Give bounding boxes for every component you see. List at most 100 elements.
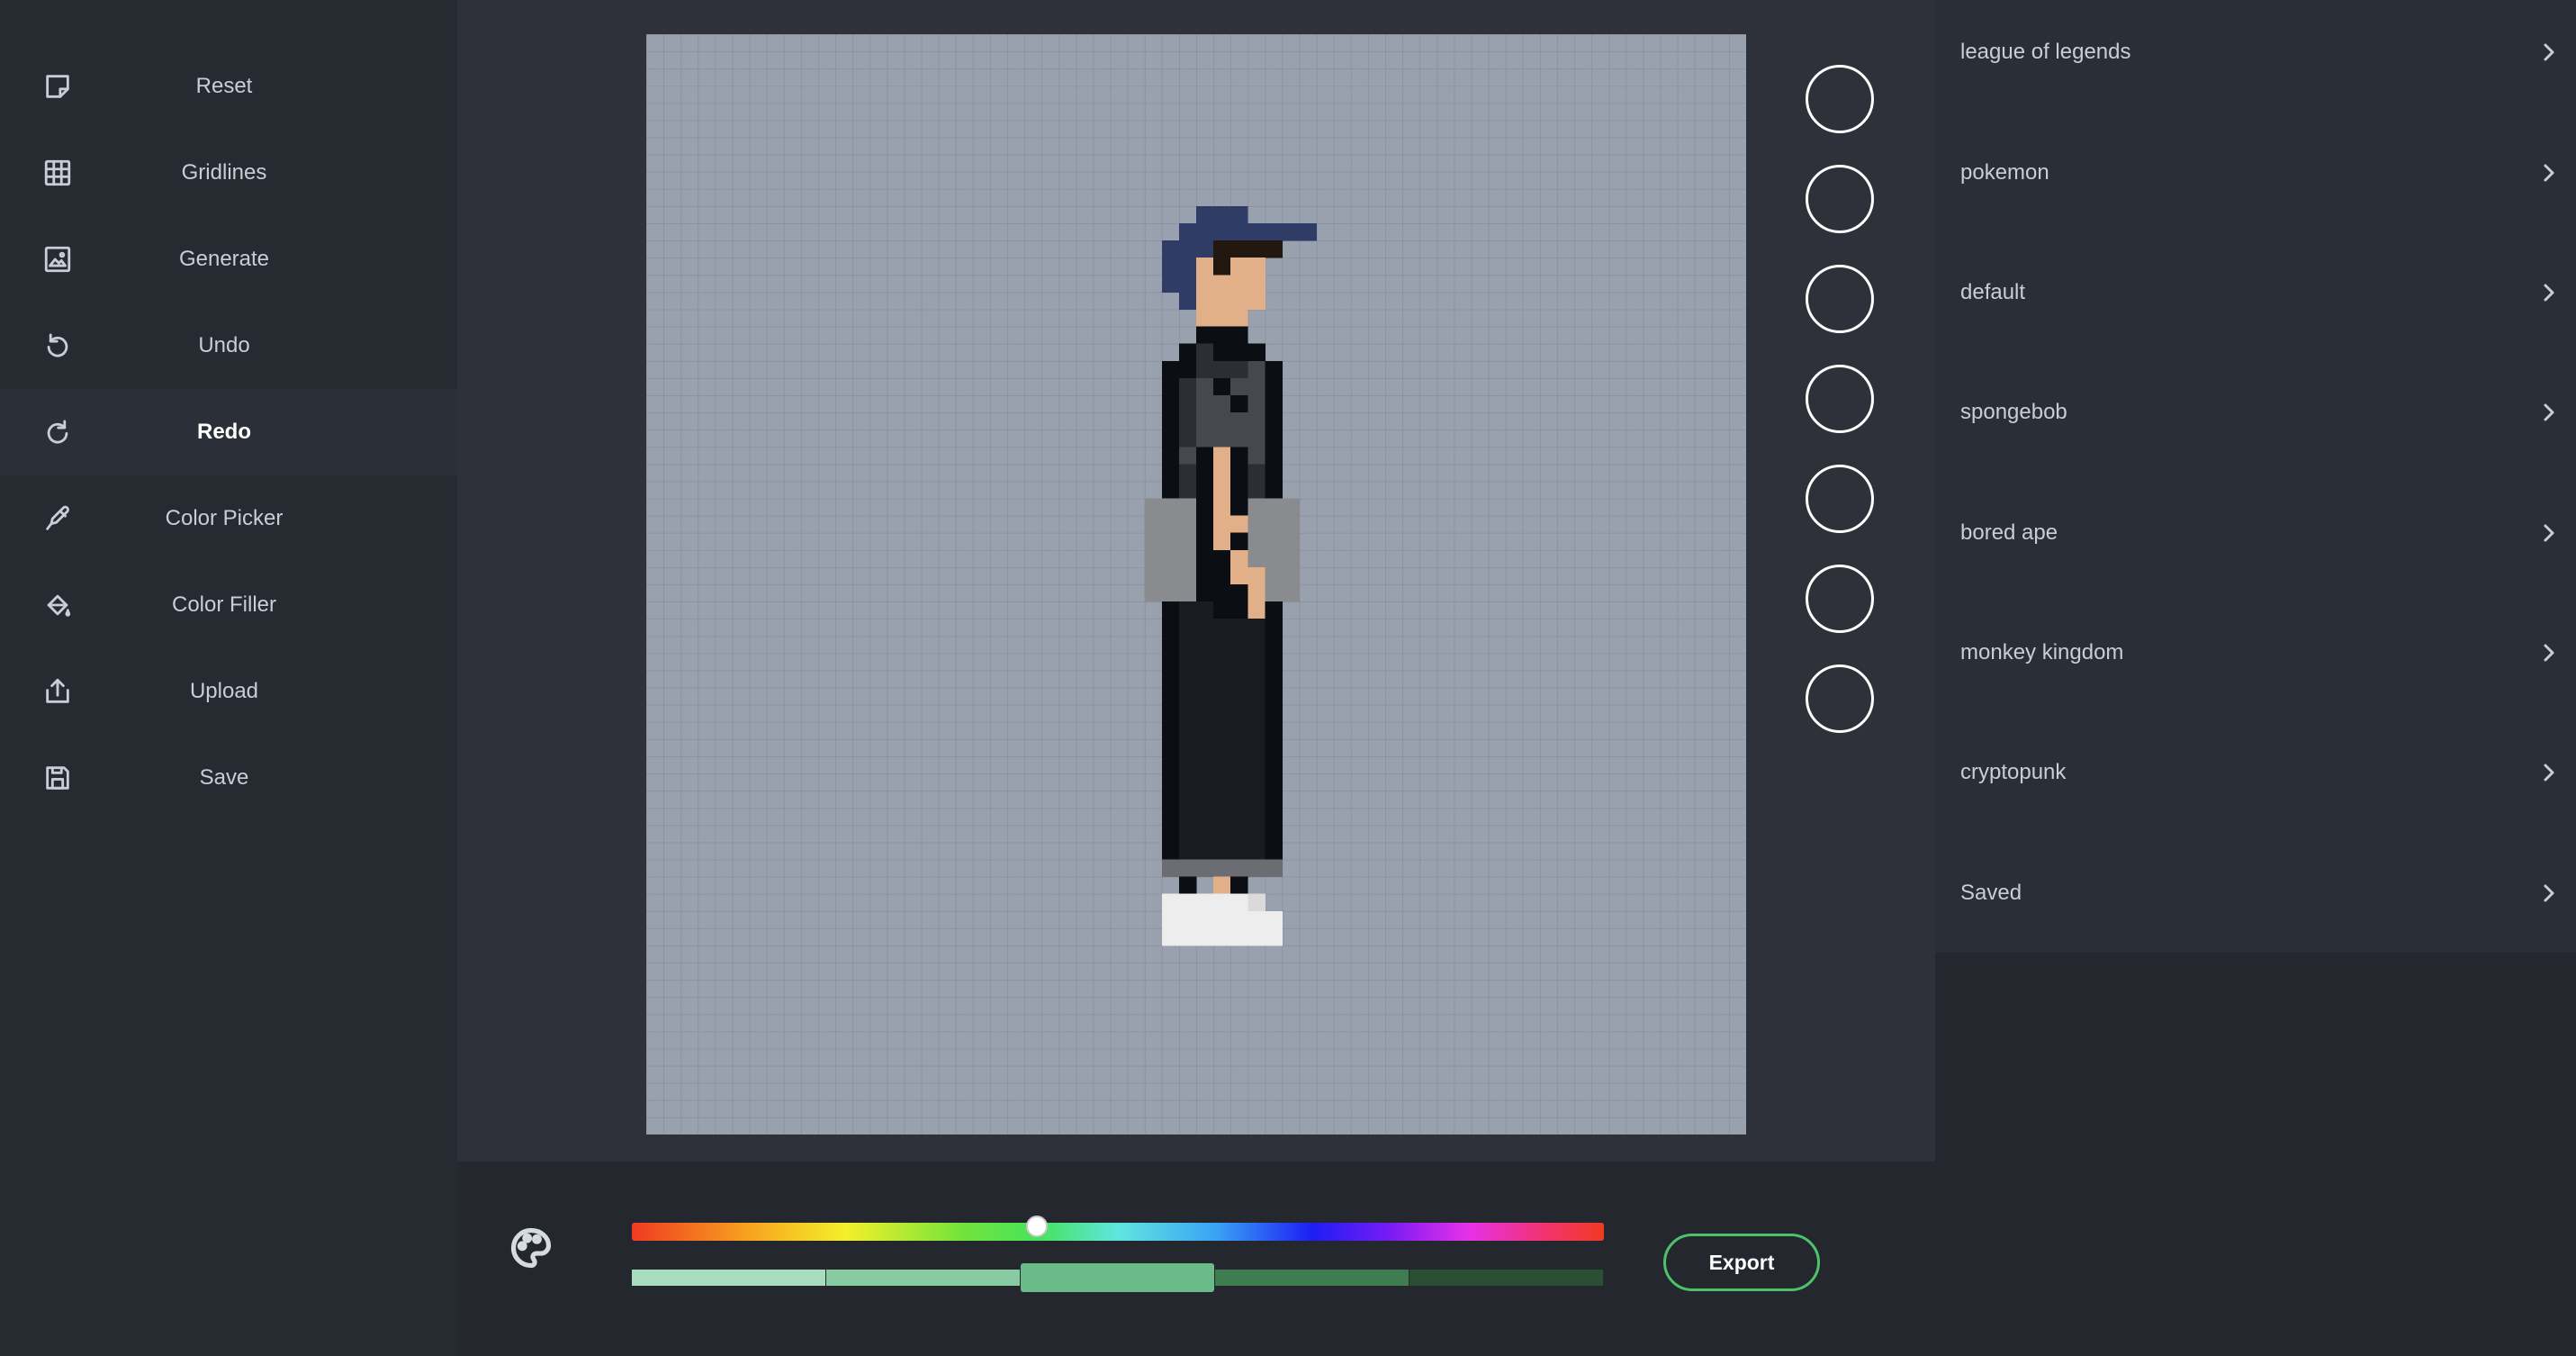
sprite-pixel (1213, 377, 1231, 396)
sprite-pixel (1230, 205, 1248, 224)
sprite-pixel (1144, 532, 1163, 551)
sprite-pixel (1178, 532, 1197, 551)
category-spongebob[interactable]: spongebob (1935, 367, 2576, 457)
category-label: monkey kingdom (1960, 640, 2124, 664)
sprite-pixel (1265, 773, 1283, 791)
sprite-pixel (1178, 910, 1197, 929)
generate-button[interactable]: Generate (0, 216, 457, 303)
sprite-pixel (1247, 240, 1265, 258)
color-swatch-2[interactable] (1806, 165, 1874, 233)
sprite-pixel (1247, 447, 1265, 465)
reset-button[interactable]: Reset (0, 43, 457, 130)
sprite-pixel (1213, 515, 1231, 534)
sprite-pixel (1196, 791, 1214, 809)
sprite-pixel (1196, 721, 1214, 740)
sprite-pixel (1161, 704, 1180, 723)
sprite-pixel (1230, 309, 1248, 327)
sprite-pixel (1282, 549, 1300, 568)
shade-swatch[interactable] (1410, 1270, 1603, 1286)
sprite-pixel (1213, 360, 1231, 379)
sprite-pixel (1247, 584, 1265, 602)
color-swatch-1[interactable] (1806, 65, 1874, 133)
sprite-pixel (1178, 653, 1197, 671)
sprite-pixel (1213, 927, 1231, 946)
sprite-pixel (1178, 636, 1197, 654)
chevron-right-icon (2538, 41, 2560, 63)
category-pokemon[interactable]: pokemon (1935, 128, 2576, 218)
chevron-right-icon (2538, 402, 2560, 423)
sprite-pixel (1247, 275, 1265, 293)
sprite-pixel (1247, 566, 1265, 585)
sprite-pixel (1213, 464, 1231, 482)
category-saved[interactable]: Saved (1935, 848, 2576, 938)
sprite-pixel (1161, 808, 1180, 826)
shade-swatch[interactable] (826, 1270, 1020, 1286)
export-button[interactable]: Export (1663, 1234, 1820, 1291)
sprite-pixel (1161, 515, 1180, 534)
sprite-pixel (1213, 309, 1231, 327)
sprite-pixel (1265, 687, 1283, 706)
category-default[interactable]: default (1935, 248, 2576, 338)
sprite-pixel (1213, 223, 1231, 241)
sprite-pixel (1247, 377, 1265, 396)
sprite-pixel (1213, 721, 1231, 740)
sprite-pixel (1161, 791, 1180, 809)
sprite-pixel (1265, 670, 1283, 688)
sprite-pixel (1247, 825, 1265, 843)
sprite-pixel (1213, 394, 1231, 413)
sprite-pixel (1161, 566, 1180, 585)
color-filler-button[interactable]: Color Filler (0, 562, 457, 648)
shade-swatch[interactable] (1215, 1270, 1409, 1286)
sprite-pixel (1247, 394, 1265, 413)
sprite-pixel (1178, 876, 1197, 895)
sprite-pixel (1178, 808, 1197, 826)
sprite-pixel (1178, 842, 1197, 860)
sprite-pixel (1196, 927, 1214, 946)
save-button[interactable]: Save (0, 735, 457, 821)
sprite-pixel (1265, 377, 1283, 396)
upload-button[interactable]: Upload (0, 648, 457, 735)
sprite-pixel (1161, 549, 1180, 568)
sprite-pixel (1178, 515, 1197, 534)
chevron-right-icon (2538, 522, 2560, 544)
color-swatch-3[interactable] (1806, 265, 1874, 333)
color-swatch-5[interactable] (1806, 465, 1874, 533)
pixel-canvas[interactable] (646, 34, 1746, 1135)
sprite-pixel (1230, 825, 1248, 843)
chevron-right-icon (2538, 642, 2560, 664)
sprite-pixel (1196, 773, 1214, 791)
sprite-pixel (1247, 687, 1265, 706)
category-bored-ape[interactable]: bored ape (1935, 488, 2576, 578)
category-league-of-legends[interactable]: league of legends (1935, 7, 2576, 97)
category-label: league of legends (1960, 40, 2131, 64)
sprite-pixel (1213, 292, 1231, 310)
redo-label: Redo (197, 420, 251, 444)
sprite-pixel (1178, 584, 1197, 602)
sprite-pixel (1213, 670, 1231, 688)
sprite-pixel (1196, 808, 1214, 826)
category-monkey-kingdom[interactable]: monkey kingdom (1935, 608, 2576, 698)
sprite-pixel (1161, 755, 1180, 774)
category-cryptopunk[interactable]: cryptopunk (1935, 728, 2576, 818)
color-swatch-6[interactable] (1806, 565, 1874, 633)
color-swatch-7[interactable] (1806, 664, 1874, 733)
hue-slider[interactable] (632, 1223, 1604, 1241)
sprite-pixel (1213, 704, 1231, 723)
palette-icon[interactable] (508, 1225, 554, 1271)
sprite-pixel (1178, 394, 1197, 413)
sprite-pixel (1213, 566, 1231, 585)
sprite-pixel (1247, 738, 1265, 757)
sprite-pixel (1230, 360, 1248, 379)
color-swatch-4[interactable] (1806, 365, 1874, 433)
sprite-pixel (1178, 292, 1197, 310)
sprite-pixel (1178, 549, 1197, 568)
gridlines-button[interactable]: Gridlines (0, 130, 457, 216)
redo-button[interactable]: Redo (0, 389, 457, 475)
shade-swatch[interactable] (632, 1270, 825, 1286)
undo-button[interactable]: Undo (0, 303, 457, 389)
sprite-pixel (1213, 876, 1231, 895)
shade-swatch[interactable] (1021, 1263, 1214, 1292)
category-label: spongebob (1960, 400, 2067, 424)
color-picker-button[interactable]: Color Picker (0, 475, 457, 562)
sprite-pixel (1178, 755, 1197, 774)
